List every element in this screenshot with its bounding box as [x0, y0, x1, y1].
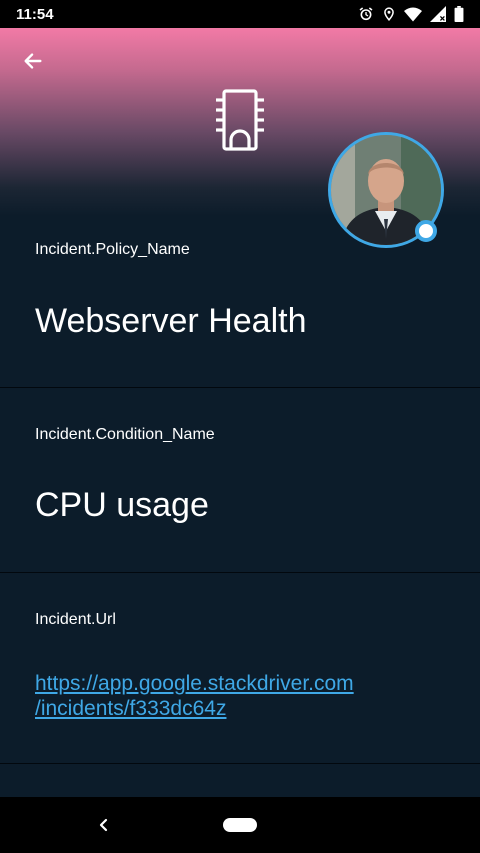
wifi-icon [404, 7, 422, 22]
url-line-2: /incidents/f333dc64z [35, 697, 227, 720]
status-icons [358, 6, 464, 22]
signal-icon [430, 6, 446, 22]
battery-icon [454, 6, 464, 22]
field-label: Incident.Condition_Name [35, 426, 215, 443]
field-label: Incident.Policy_Name [35, 241, 190, 258]
field-value: Webserver Health [35, 302, 307, 340]
field-label: Incident.Url [35, 611, 116, 628]
nav-back-chevron-icon[interactable] [92, 813, 116, 837]
arrow-back-icon [24, 53, 42, 69]
nav-home-pill-icon[interactable] [223, 818, 257, 832]
back-button[interactable] [18, 46, 48, 76]
location-icon [384, 7, 394, 21]
alarm-icon [359, 7, 373, 21]
memory-chip-icon [216, 89, 264, 151]
field-incident-url: Incident.Url [0, 573, 480, 763]
incident-url-link[interactable]: https://app.google.stackdriver.com /inci… [35, 671, 435, 721]
status-time: 11:54 [16, 5, 54, 23]
system-nav-bar [0, 797, 480, 853]
status-indicator-dot [415, 220, 437, 242]
field-condition-name: Incident.Condition_Name CPU usage [0, 388, 480, 572]
url-line-1: https://app.google.stackdriver.com [35, 672, 354, 695]
divider [0, 763, 480, 764]
field-value: CPU usage [35, 486, 209, 524]
status-bar: 11:54 [0, 0, 480, 28]
